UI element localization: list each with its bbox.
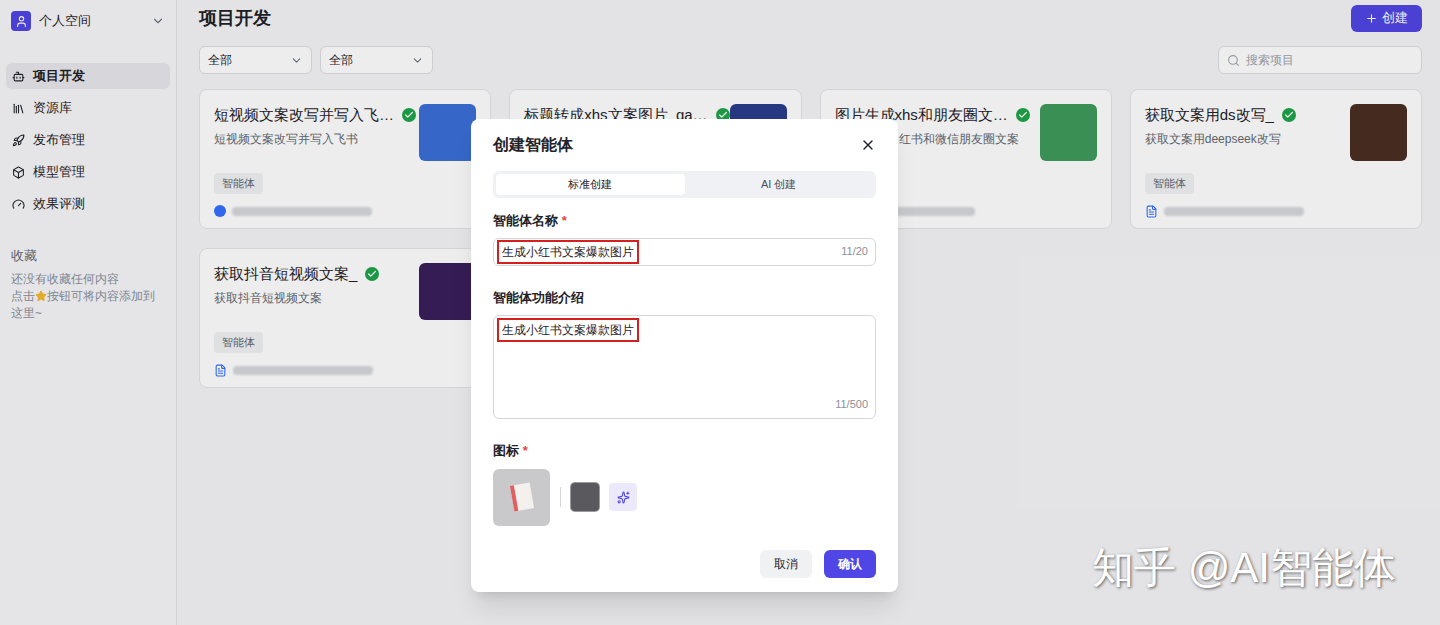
description-input[interactable]: 生成小红书文案爆款图片11/500: [493, 315, 876, 419]
icon-picker: [493, 469, 876, 526]
app: 个人空间项目开发资源库发布管理模型管理效果评测收藏还没有收藏任何内容点击按钮可将…: [0, 0, 1440, 625]
name-input[interactable]: 生成小红书文案爆款图片11/20: [493, 238, 876, 266]
watermark: 知乎 @AI智能体: [1092, 536, 1396, 599]
dialog-title: 创建智能体: [493, 133, 573, 157]
create-tab[interactable]: 标准创建: [496, 174, 685, 195]
ai-icon-button[interactable]: [609, 483, 637, 511]
icon-option[interactable]: [571, 483, 599, 511]
create-tab[interactable]: AI 创建: [685, 174, 874, 195]
close-icon[interactable]: [860, 137, 876, 153]
create-tabs: 标准创建AI 创建: [493, 171, 876, 198]
confirm-button[interactable]: 确认: [824, 550, 876, 578]
icon-preview: [493, 469, 550, 526]
create-dialog: 创建智能体标准创建AI 创建智能体名称 *生成小红书文案爆款图片11/20智能体…: [471, 119, 898, 592]
cancel-button[interactable]: 取消: [760, 550, 812, 578]
sparkle-icon: [617, 491, 630, 504]
